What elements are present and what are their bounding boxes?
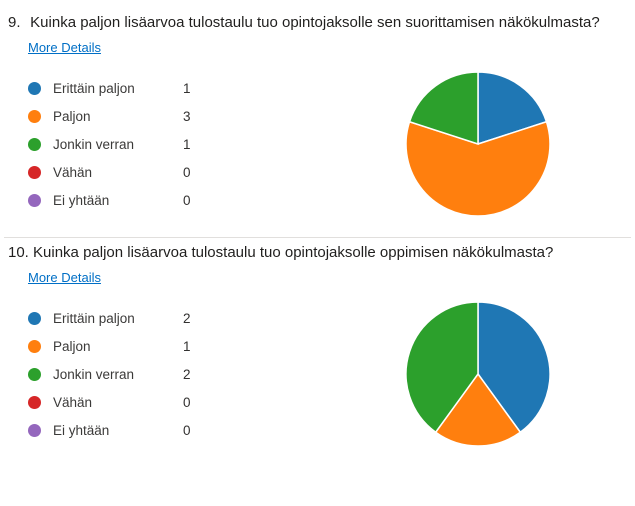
legend-value: 2 (183, 367, 223, 382)
legend-label: Paljon (53, 109, 183, 124)
legend-label: Paljon (53, 339, 183, 354)
legend-label: Vähän (53, 395, 183, 410)
content-row: Erittäin paljon2Paljon1Jonkin verran2Väh… (8, 299, 627, 449)
legend-value: 0 (183, 165, 223, 180)
legend-value: 1 (183, 137, 223, 152)
legend-label: Vähän (53, 165, 183, 180)
pie-svg (403, 299, 553, 449)
more-details-link[interactable]: More Details (28, 40, 101, 55)
legend-row: Erittäin paljon1 (28, 74, 288, 102)
content-row: Erittäin paljon1Paljon3Jonkin verran1Väh… (8, 69, 627, 219)
legend-row: Erittäin paljon2 (28, 304, 288, 332)
legend-row: Ei yhtään0 (28, 186, 288, 214)
legend-value: 0 (183, 395, 223, 410)
legend-swatch (28, 194, 41, 207)
legend-label: Ei yhtään (53, 193, 183, 208)
more-details-link[interactable]: More Details (28, 270, 101, 285)
legend-swatch (28, 368, 41, 381)
legend-label: Erittäin paljon (53, 311, 183, 326)
question-number: 10. (8, 244, 29, 261)
legend-swatch (28, 424, 41, 437)
legend-swatch (28, 138, 41, 151)
legend-label: Jonkin verran (53, 137, 183, 152)
question-title: 10. Kuinka paljon lisäarvoa tulostaulu t… (8, 244, 627, 261)
legend-label: Jonkin verran (53, 367, 183, 382)
question-block: 10. Kuinka paljon lisäarvoa tulostaulu t… (4, 238, 631, 467)
legend-label: Ei yhtään (53, 423, 183, 438)
legend: Erittäin paljon1Paljon3Jonkin verran1Väh… (28, 74, 288, 214)
legend-swatch (28, 110, 41, 123)
legend-row: Paljon3 (28, 102, 288, 130)
question-number: 9. (8, 14, 26, 31)
pie-svg (403, 69, 553, 219)
legend-value: 0 (183, 193, 223, 208)
legend-label: Erittäin paljon (53, 81, 183, 96)
legend-row: Paljon1 (28, 332, 288, 360)
legend-value: 3 (183, 109, 223, 124)
legend-swatch (28, 340, 41, 353)
legend-swatch (28, 312, 41, 325)
legend-value: 2 (183, 311, 223, 326)
legend-row: Vähän0 (28, 158, 288, 186)
legend-swatch (28, 166, 41, 179)
question-block: 9. Kuinka paljon lisäarvoa tulostaulu tu… (4, 8, 631, 238)
pie-chart (328, 299, 627, 449)
question-heading: Kuinka paljon lisäarvoa tulostaulu tuo o… (33, 244, 553, 261)
legend-row: Jonkin verran1 (28, 130, 288, 158)
legend-value: 0 (183, 423, 223, 438)
question-title: 9. Kuinka paljon lisäarvoa tulostaulu tu… (8, 14, 627, 31)
legend-swatch (28, 396, 41, 409)
legend-value: 1 (183, 81, 223, 96)
legend-row: Jonkin verran2 (28, 360, 288, 388)
legend-value: 1 (183, 339, 223, 354)
legend-row: Ei yhtään0 (28, 416, 288, 444)
pie-chart (328, 69, 627, 219)
question-heading: Kuinka paljon lisäarvoa tulostaulu tuo o… (30, 14, 600, 31)
legend: Erittäin paljon2Paljon1Jonkin verran2Väh… (28, 304, 288, 444)
legend-swatch (28, 82, 41, 95)
legend-row: Vähän0 (28, 388, 288, 416)
